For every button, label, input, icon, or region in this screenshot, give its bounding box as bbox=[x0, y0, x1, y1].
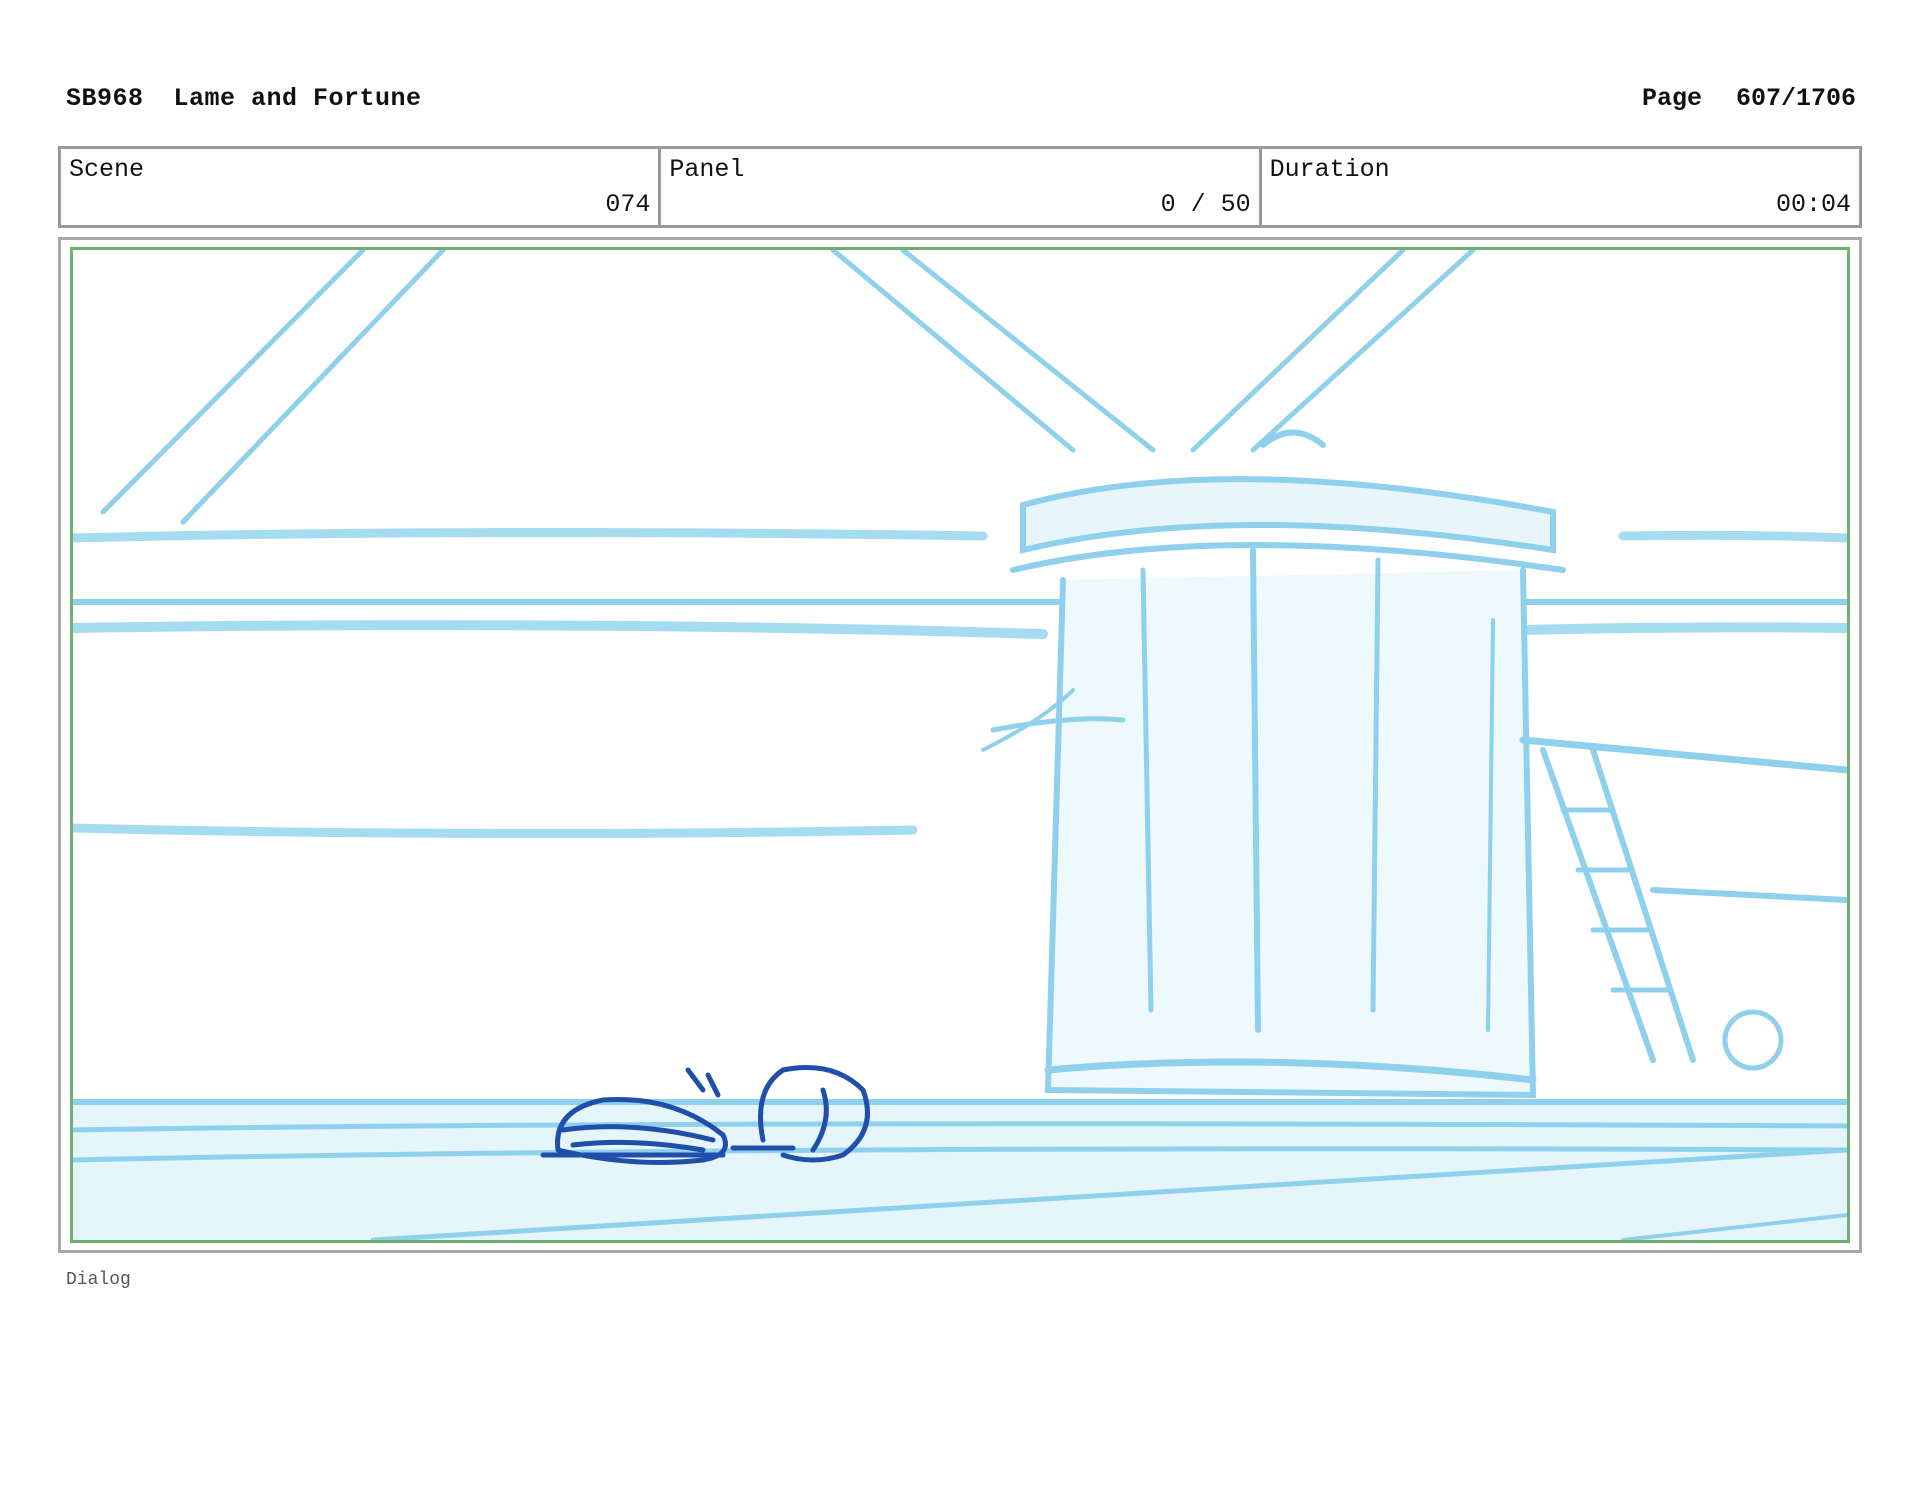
storyboard-header-left: SB968 Lame and Fortune bbox=[66, 84, 452, 113]
background-layout-sketch bbox=[73, 250, 1847, 1240]
panel-cell: Panel 0 / 50 bbox=[661, 149, 1262, 225]
page-counter: Page 607/1706 bbox=[1642, 84, 1856, 113]
episode-title: Lame and Fortune bbox=[173, 84, 422, 113]
scene-value: 074 bbox=[605, 190, 651, 219]
panel-label: Panel bbox=[669, 155, 745, 184]
storyboard-panel-image bbox=[70, 247, 1850, 1243]
page-label: Page bbox=[1641, 84, 1702, 113]
scene-cell: Scene 074 bbox=[61, 149, 662, 225]
board-id: SB968 bbox=[66, 84, 144, 113]
duration-label: Duration bbox=[1269, 155, 1390, 184]
scene-label: Scene bbox=[69, 155, 145, 184]
panel-sketch bbox=[73, 250, 1847, 1240]
page-value: 607/1706 bbox=[1735, 84, 1856, 113]
duration-cell: Duration 00:04 bbox=[1262, 149, 1859, 225]
panel-value: 0 / 50 bbox=[1160, 190, 1251, 219]
dialog-label: Dialog bbox=[66, 1270, 131, 1290]
panel-info-bar: Scene 074 Panel 0 / 50 Duration 00:04 bbox=[58, 146, 1862, 228]
duration-value: 00:04 bbox=[1775, 190, 1851, 219]
